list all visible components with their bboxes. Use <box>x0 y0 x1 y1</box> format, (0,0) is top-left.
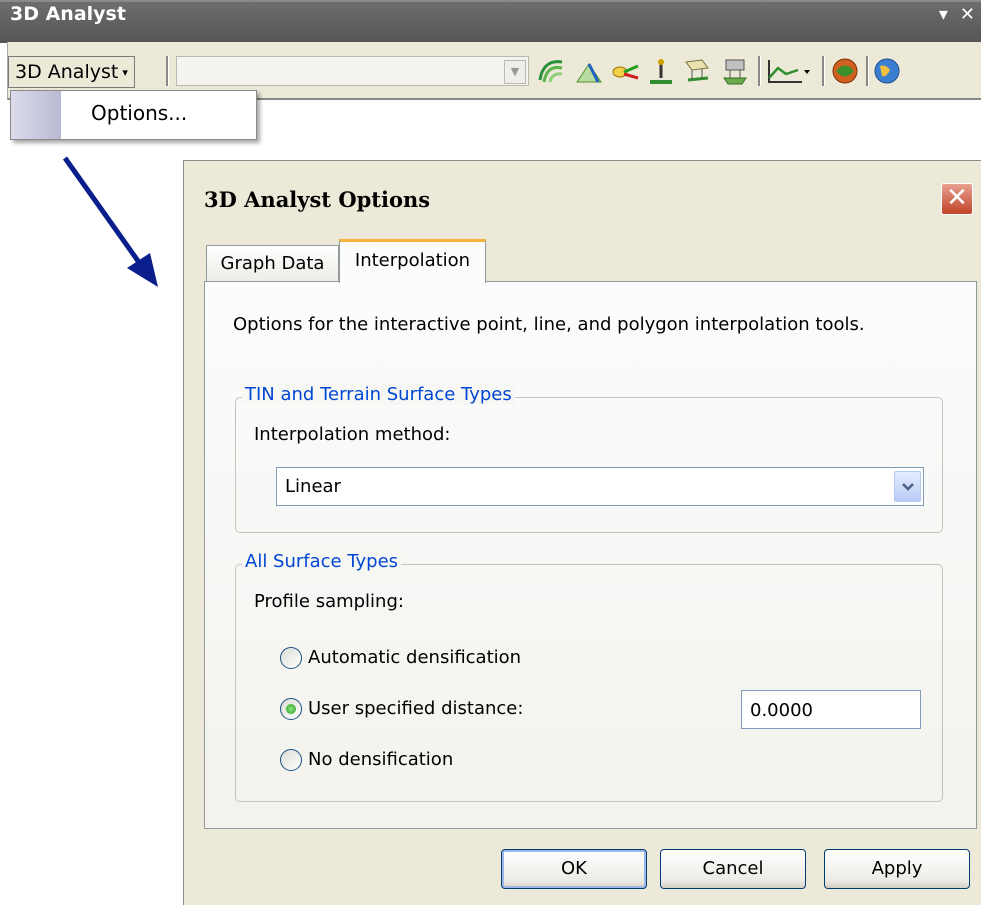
point-interpolate-icon[interactable] <box>646 56 676 86</box>
toolbar-separator <box>866 56 869 86</box>
close-icon: ✕ <box>946 183 968 213</box>
arcglobe-icon[interactable] <box>872 56 902 86</box>
menu-button-label: 3D Analyst <box>15 61 119 83</box>
select-value: Linear <box>285 476 341 497</box>
3d-analyst-menu-button[interactable]: 3D Analyst ▾ <box>8 56 135 88</box>
toolbar-separator <box>166 56 169 86</box>
line-of-sight-icon[interactable] <box>610 56 640 86</box>
tab-label: Graph Data <box>220 253 325 274</box>
button-label: Apply <box>871 858 923 879</box>
all-surface-types-group: All Surface Types Profile sampling: Auto… <box>235 551 943 802</box>
toolbar-window: 3D Analyst ▾ ✕ 3D Analyst ▾ ▼ <box>0 0 981 100</box>
caret-down-icon: ▾ <box>122 65 128 79</box>
distance-input[interactable]: 0.0000 <box>741 690 921 729</box>
interpolate-line-icon[interactable] <box>682 56 712 86</box>
panel-description: Options for the interactive point, line,… <box>233 314 865 335</box>
interpolation-method-label: Interpolation method: <box>254 424 451 445</box>
toolbar-title: 3D Analyst <box>10 3 126 25</box>
group-title: All Surface Types <box>242 551 402 572</box>
radio-automatic-densification[interactable] <box>280 647 302 669</box>
button-label: Cancel <box>702 858 764 879</box>
toolbar-window-controls: ▾ ✕ <box>927 4 975 25</box>
menu-icon-gutter <box>11 91 61 139</box>
radio-label[interactable]: User specified distance: <box>308 698 523 719</box>
group-title: TIN and Terrain Surface Types <box>242 384 515 405</box>
menu-item-options[interactable]: Options... <box>91 101 187 125</box>
cancel-button[interactable]: Cancel <box>660 849 806 889</box>
interpolate-polygon-icon[interactable] <box>720 56 750 86</box>
options-dropdown-menu: Options... <box>10 90 257 140</box>
tin-terrain-group: TIN and Terrain Surface Types Interpolat… <box>235 384 943 533</box>
radio-label[interactable]: No densification <box>308 749 453 770</box>
options-dialog: 3D Analyst Options ✕ Graph Data Interpol… <box>183 160 981 905</box>
tab-interpolation[interactable]: Interpolation <box>339 239 486 283</box>
chevron-down-icon[interactable] <box>894 471 921 502</box>
layer-combo[interactable]: ▼ <box>176 56 529 86</box>
radio-label[interactable]: Automatic densification <box>308 647 521 668</box>
tab-graph-data[interactable]: Graph Data <box>206 245 339 283</box>
combo-arrow-icon[interactable]: ▼ <box>504 60 526 84</box>
button-label: OK <box>561 858 587 879</box>
radio-user-specified-distance[interactable] <box>280 698 302 720</box>
ok-button[interactable]: OK <box>501 849 647 889</box>
close-icon[interactable]: ✕ <box>960 4 975 25</box>
dialog-title: 3D Analyst Options <box>204 187 431 212</box>
contour-icon[interactable] <box>536 56 566 86</box>
interpolation-panel: Options for the interactive point, line,… <box>204 281 977 829</box>
close-button[interactable]: ✕ <box>941 183 973 215</box>
toolbar-title-bar[interactable]: 3D Analyst ▾ ✕ <box>0 0 981 43</box>
profile-graph-icon[interactable] <box>766 56 812 86</box>
arcscene-icon[interactable] <box>830 56 860 86</box>
toolbar-separator <box>822 56 825 86</box>
interpolation-method-select[interactable]: Linear <box>276 467 924 506</box>
pointer-arrow-icon <box>62 156 158 287</box>
radio-no-densification[interactable] <box>280 749 302 771</box>
steepest-path-icon[interactable] <box>574 56 604 86</box>
toolbar-separator <box>758 56 761 86</box>
tab-label: Interpolation <box>354 250 471 271</box>
chevron-down-icon[interactable]: ▾ <box>939 4 948 25</box>
apply-button[interactable]: Apply <box>824 849 970 889</box>
profile-sampling-label: Profile sampling: <box>254 591 404 612</box>
